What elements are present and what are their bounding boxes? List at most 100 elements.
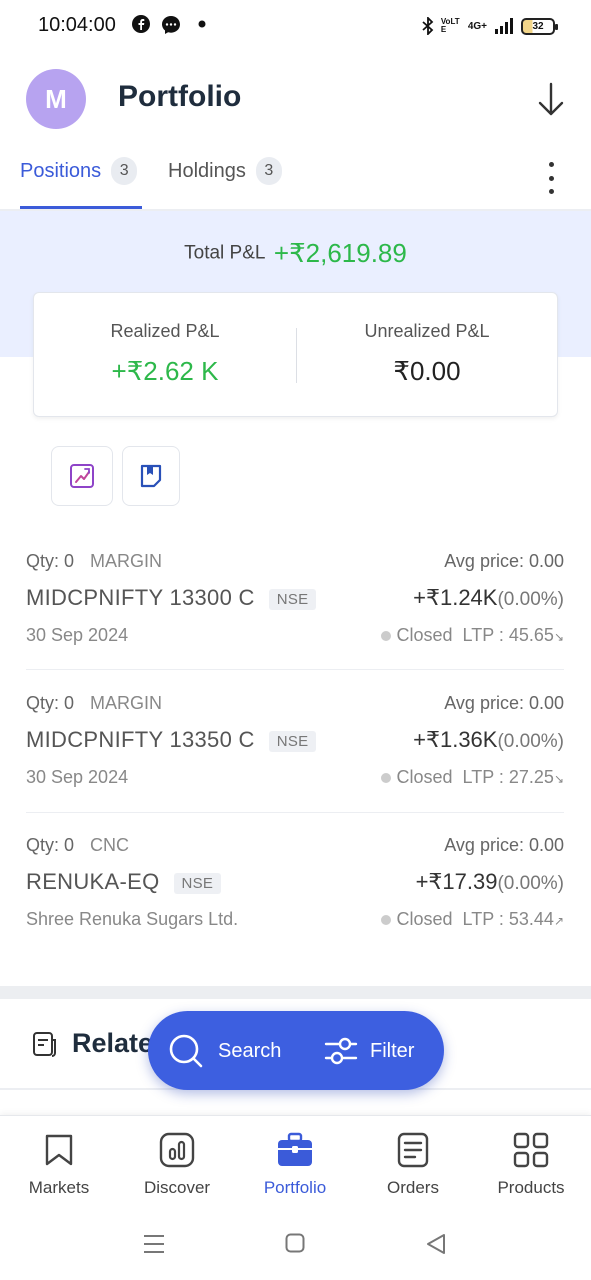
avg-price: Avg price: 0.00 — [444, 835, 564, 855]
filter-button[interactable]: Filter — [324, 1031, 414, 1071]
messenger-icon — [162, 16, 180, 34]
position-expiry: 30 Sep 2024 — [26, 767, 129, 787]
position-row[interactable]: Qty: 0 MARGIN Avg price: 0.00 MIDCPNIFTY … — [0, 551, 591, 693]
tab-positions[interactable]: Positions 3 — [20, 157, 138, 210]
filter-button-label: Filter — [370, 1039, 415, 1062]
position-symbol: RENUKA-EQ NSE — [26, 869, 222, 895]
pnl-value: +₹17.39 — [415, 869, 498, 894]
note-icon — [140, 464, 162, 488]
total-pnl-label: Total P&L — [184, 242, 266, 264]
qty-value: Qty: 0 — [26, 835, 75, 855]
position-status: Closed LTP : 27.25↘ — [380, 767, 564, 788]
nav-portfolio[interactable]: Portfolio — [236, 1132, 354, 1198]
network-type-label: 4G+ — [467, 20, 487, 32]
status-text: Closed — [396, 909, 453, 929]
discover-chart-icon — [159, 1132, 195, 1168]
arrow-down-icon — [538, 82, 564, 116]
trend-down-icon: ↘ — [553, 772, 564, 786]
pnl-percent: (0.00%) — [497, 873, 564, 894]
more-dot-icon — [548, 175, 554, 181]
signal-icon — [495, 18, 513, 34]
search-button-label: Search — [218, 1039, 282, 1062]
tab-positions-count: 3 — [111, 157, 138, 185]
orders-list-icon — [397, 1132, 429, 1168]
more-options-button[interactable] — [540, 160, 562, 196]
more-dot-icon — [548, 162, 554, 167]
notification-dot-icon — [198, 20, 206, 28]
analyze-button[interactable] — [51, 446, 113, 506]
tab-holdings-count: 3 — [255, 157, 282, 185]
product-type: MARGIN — [90, 693, 163, 713]
unrealized-pnl-label: Unrealized P&L — [364, 321, 490, 341]
position-expiry: 30 Sep 2024 — [26, 625, 129, 645]
bluetooth-icon — [422, 17, 434, 35]
product-type: CNC — [90, 835, 130, 855]
avatar[interactable]: M — [26, 69, 86, 129]
avatar-initial: M — [45, 83, 67, 114]
nav-discover[interactable]: Discover — [118, 1132, 236, 1198]
product-type: MARGIN — [90, 551, 163, 571]
position-company-name: Shree Renuka Sugars Ltd. — [26, 909, 239, 929]
pnl-value: +₹1.36K — [413, 727, 498, 752]
row-divider — [26, 669, 564, 670]
unrealized-pnl: Unrealized P&L ₹0.00 — [296, 321, 558, 387]
bookmark-icon — [45, 1134, 73, 1166]
back-triangle-icon[interactable] — [425, 1233, 447, 1255]
position-pnl: +₹1.24K(0.00%) — [413, 585, 564, 611]
home-square-icon[interactable] — [285, 1233, 305, 1253]
nav-orders[interactable]: Orders — [354, 1132, 472, 1198]
status-dot-icon — [380, 915, 391, 925]
system-nav-bar — [0, 1215, 591, 1280]
more-dot-icon — [548, 189, 554, 194]
status-dot-icon — [380, 631, 391, 641]
tab-holdings[interactable]: Holdings 3 — [168, 157, 282, 210]
pnl-value: +₹1.24K — [413, 585, 498, 610]
status-bar: 10:04:00 VoLTE 4G+ 32 — [0, 0, 591, 52]
position-qty: Qty: 0 MARGIN — [26, 551, 162, 572]
qty-value: Qty: 0 — [26, 551, 75, 571]
download-button[interactable] — [535, 80, 567, 120]
status-text: Closed — [396, 767, 453, 787]
position-symbol: MIDCPNIFTY 13300 C NSE — [26, 585, 317, 611]
facebook-icon — [132, 15, 150, 33]
realized-pnl-label: Realized P&L — [110, 321, 220, 341]
briefcase-icon — [278, 1132, 312, 1166]
nav-markets[interactable]: Markets — [0, 1132, 118, 1198]
pnl-percent: (0.00%) — [497, 589, 564, 610]
symbol-name: MIDCPNIFTY 13300 C — [26, 585, 255, 610]
tab-positions-label: Positions — [20, 160, 102, 182]
total-pnl-value: +₹2,619.89 — [273, 238, 407, 268]
position-row[interactable]: Qty: 0 CNC Avg price: 0.00 RENUKA-EQ NSE +… — [0, 835, 591, 977]
exchange-badge: NSE — [268, 588, 317, 610]
battery-level: 32 — [532, 20, 544, 32]
unrealized-pnl-value: ₹0.00 — [393, 356, 461, 386]
filter-sliders-icon — [324, 1037, 358, 1065]
page-title: Portfolio — [118, 80, 242, 113]
battery-icon: 32 — [521, 17, 558, 35]
menu-icon[interactable] — [143, 1233, 165, 1255]
edit-chart-icon — [70, 464, 94, 488]
notes-button[interactable] — [122, 446, 180, 506]
grid-icon — [513, 1132, 549, 1168]
nav-products[interactable]: Products — [472, 1132, 590, 1198]
nav-portfolio-label: Portfolio — [263, 1178, 327, 1197]
section-divider — [0, 986, 591, 999]
bottom-nav: Markets Discover Portfolio Orders Produc… — [0, 1115, 591, 1215]
trend-down-icon: ↘ — [553, 630, 564, 644]
search-filter-bar: Search Filter — [148, 1011, 444, 1090]
position-qty: Qty: 0 MARGIN — [26, 693, 162, 714]
qty-value: Qty: 0 — [26, 693, 75, 713]
status-dot-icon — [380, 773, 391, 783]
nav-products-label: Products — [497, 1178, 565, 1197]
tab-holdings-label: Holdings — [168, 160, 246, 182]
exchange-badge: NSE — [268, 730, 317, 752]
total-pnl: Total P&L +₹2,619.89 — [0, 238, 591, 269]
nav-orders-label: Orders — [387, 1178, 439, 1197]
row-divider — [26, 812, 564, 813]
nav-markets-label: Markets — [28, 1178, 90, 1197]
realized-pnl-value: +₹2.62 K — [111, 356, 219, 386]
ltp-value: LTP : 53.44 — [462, 909, 554, 929]
position-status: Closed LTP : 53.44↗ — [380, 909, 564, 930]
position-row[interactable]: Qty: 0 MARGIN Avg price: 0.00 MIDCPNIFTY … — [0, 693, 591, 835]
search-button[interactable]: Search — [168, 1031, 281, 1071]
